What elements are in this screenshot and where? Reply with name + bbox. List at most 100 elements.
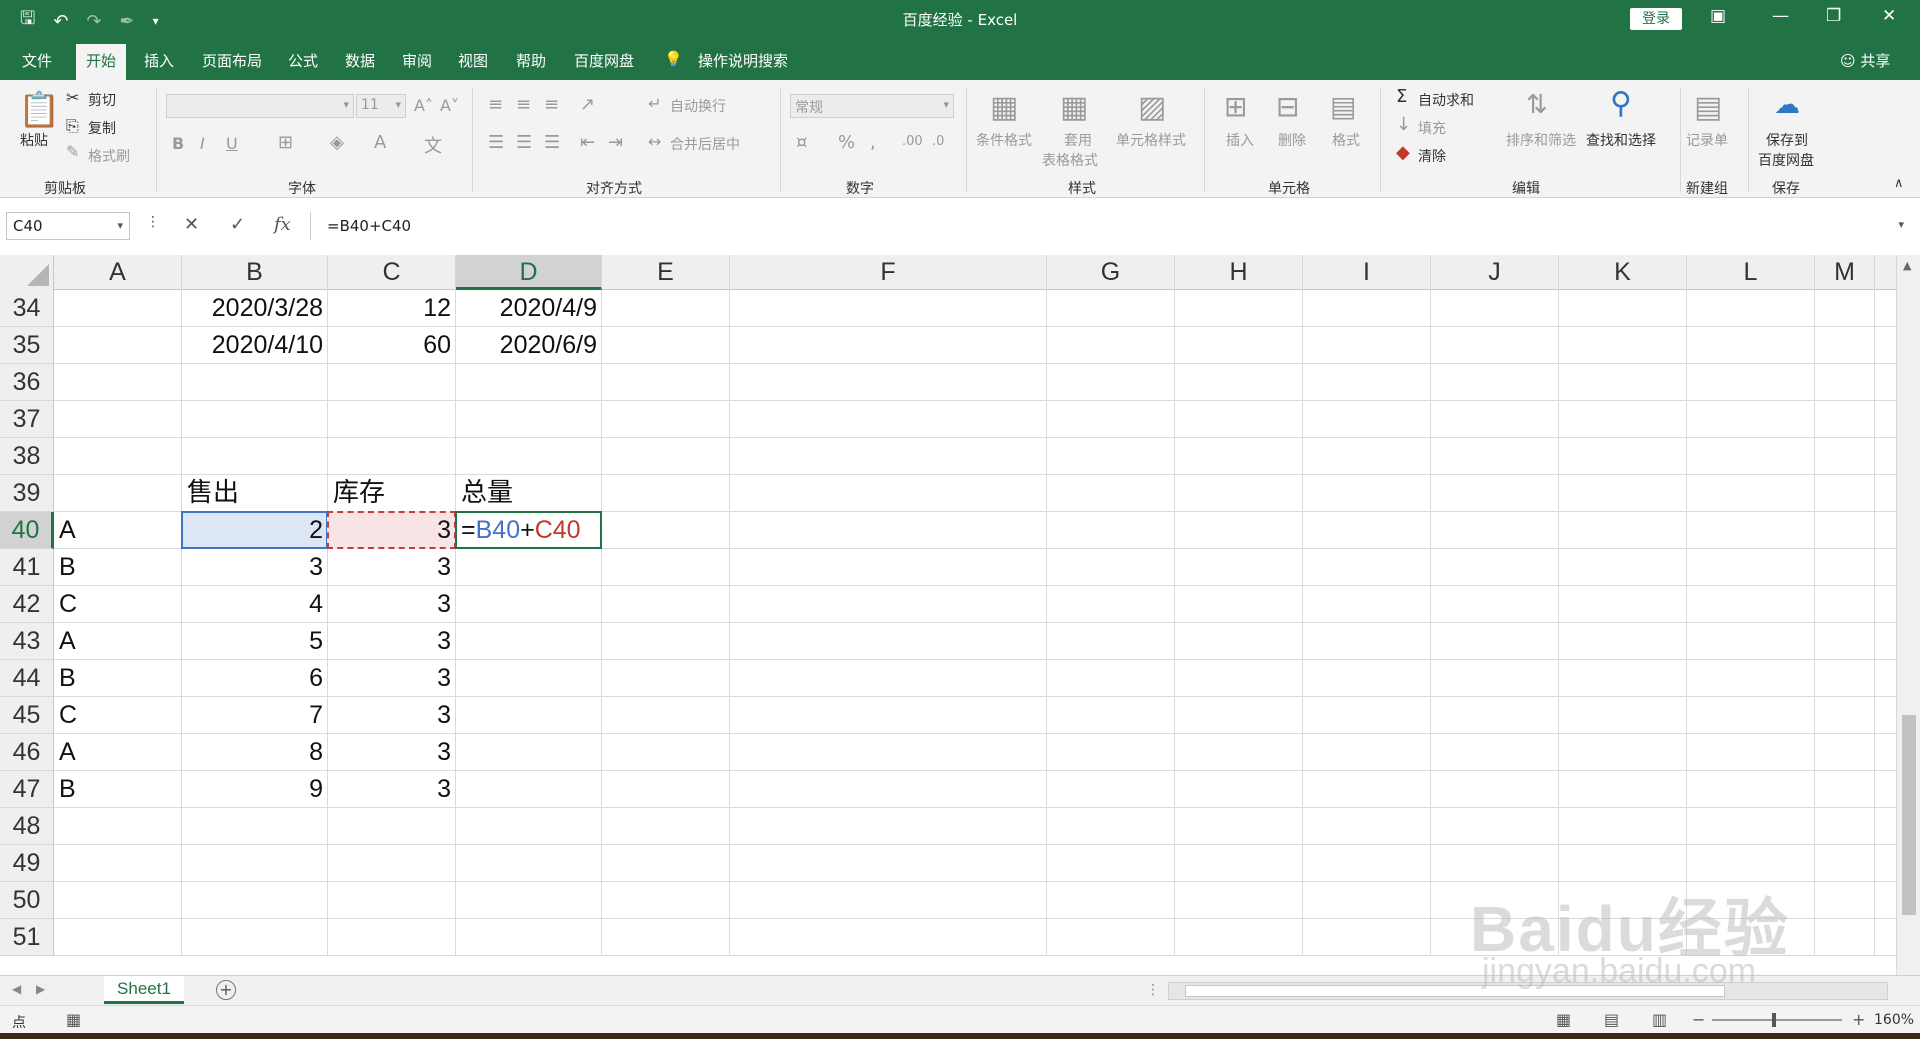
merge-icon[interactable]: ↔ (648, 132, 661, 151)
page-layout-view-icon[interactable]: ▤ (1604, 1010, 1619, 1029)
column-header-c[interactable]: C (328, 255, 456, 290)
bold-icon[interactable]: B (172, 134, 184, 153)
cell-a47[interactable]: B (54, 771, 182, 808)
formula-input[interactable]: =B40+C40 ▾ (310, 212, 1912, 240)
copy-icon[interactable]: ⎘ (66, 116, 79, 136)
font-name-combo[interactable]: ▾ (166, 94, 354, 118)
decrease-decimal-icon[interactable]: .0 (932, 134, 944, 149)
zoom-out-icon[interactable]: − (1692, 1010, 1705, 1029)
shrink-font-icon[interactable]: A˅ (440, 96, 459, 115)
underline-icon[interactable]: U (226, 134, 238, 153)
font-color-icon[interactable]: A (374, 132, 386, 153)
delete-cells-icon[interactable]: ⊟ (1276, 90, 1299, 123)
row-header-51[interactable]: 51 (0, 919, 54, 956)
wrap-text-icon[interactable]: ↵ (648, 94, 661, 113)
row-header-38[interactable]: 38 (0, 438, 54, 475)
sigma-icon[interactable]: Σ (1396, 86, 1407, 107)
expand-formula-icon[interactable]: ▾ (1898, 218, 1904, 231)
cell-b40[interactable]: 2 (182, 512, 328, 549)
delete-cells-button[interactable]: 删除 (1278, 130, 1306, 150)
cell-b41[interactable]: 3 (182, 549, 328, 586)
row-header-46[interactable]: 46 (0, 734, 54, 771)
tab-home[interactable]: 开始 (76, 44, 127, 81)
cell-c43[interactable]: 3 (328, 623, 456, 660)
cell-a43[interactable]: A (54, 623, 182, 660)
row-header-45[interactable]: 45 (0, 697, 54, 734)
record-button[interactable]: 记录单 (1686, 130, 1728, 150)
cell-d39[interactable]: 总量 (456, 475, 602, 512)
column-header-d[interactable]: D (456, 255, 602, 290)
format-painter-button[interactable]: 格式刷 (88, 146, 130, 166)
tab-help[interactable]: 帮助 (516, 50, 546, 71)
share-button[interactable]: ☺ 共享 (1840, 50, 1890, 71)
zoom-slider[interactable] (1712, 1013, 1842, 1027)
column-header-j[interactable]: J (1431, 255, 1559, 290)
cell-b47[interactable]: 9 (182, 771, 328, 808)
cell-a42[interactable]: C (54, 586, 182, 623)
cell-c34[interactable]: 12 (328, 290, 456, 327)
insert-function-icon[interactable]: fx (274, 214, 291, 235)
align-left-icon[interactable]: ☰ (488, 132, 504, 153)
tab-formulas[interactable]: 公式 (288, 50, 318, 71)
row-header-50[interactable]: 50 (0, 882, 54, 919)
column-header-h[interactable]: H (1175, 255, 1303, 290)
row-header-40[interactable]: 40 (0, 512, 54, 549)
cut-button[interactable]: 剪切 (88, 90, 116, 110)
table-format-icon[interactable]: ▦ (1060, 90, 1088, 125)
form-icon[interactable]: ▤ (1694, 90, 1722, 125)
column-header-k[interactable]: K (1559, 255, 1687, 290)
add-sheet-button[interactable]: + (216, 980, 236, 1000)
cell-b34[interactable]: 2020/3/28 (182, 290, 328, 327)
row-header-44[interactable]: 44 (0, 660, 54, 697)
tab-baidu-netdisk[interactable]: 百度网盘 (574, 50, 634, 71)
tell-me-search[interactable]: 操作说明搜索 (698, 50, 788, 71)
fill-color-icon[interactable]: ◈ (330, 132, 344, 153)
row-header-39[interactable]: 39 (0, 475, 54, 512)
zoom-in-icon[interactable]: + (1852, 1010, 1865, 1029)
collapse-ribbon-icon[interactable]: ∧ (1894, 176, 1904, 191)
column-header-g[interactable]: G (1047, 255, 1175, 290)
format-cells-icon[interactable]: ▤ (1330, 90, 1356, 123)
cell-a41[interactable]: B (54, 549, 182, 586)
cell-c42[interactable]: 3 (328, 586, 456, 623)
scissors-icon[interactable]: ✂ (66, 88, 79, 107)
column-header-e[interactable]: E (602, 255, 730, 290)
row-header-43[interactable]: 43 (0, 623, 54, 660)
page-break-view-icon[interactable]: ▥ (1652, 1010, 1667, 1029)
cancel-icon[interactable]: ✕ (184, 214, 199, 235)
increase-indent-icon[interactable]: ⇥ (608, 132, 623, 153)
cell-c35[interactable]: 60 (328, 327, 456, 364)
sheet-tab-sheet1[interactable]: Sheet1 (104, 976, 184, 1004)
cell-d34[interactable]: 2020/4/9 (456, 290, 602, 327)
phonetic-icon[interactable]: 文 (424, 132, 442, 158)
column-header-b[interactable]: B (182, 255, 328, 290)
minimize-icon[interactable]: — (1772, 6, 1789, 26)
save-to-netdisk-button[interactable]: 保存到 (1766, 130, 1808, 150)
tab-data[interactable]: 数据 (345, 50, 375, 71)
tab-review[interactable]: 审阅 (402, 50, 432, 71)
format-cells-button[interactable]: 格式 (1332, 130, 1360, 150)
cell-a45[interactable]: C (54, 697, 182, 734)
login-button[interactable]: 登录 (1630, 8, 1682, 30)
font-size-combo[interactable]: 11 ▾ (356, 94, 406, 118)
name-box[interactable]: C40 ▾ (6, 212, 130, 240)
cell-c44[interactable]: 3 (328, 660, 456, 697)
cell-a46[interactable]: A (54, 734, 182, 771)
brush-icon[interactable]: ✎ (66, 142, 79, 161)
eraser-icon[interactable]: ◆ (1396, 142, 1410, 163)
enter-icon[interactable]: ✓ (230, 214, 245, 235)
wrap-text-button[interactable]: 自动换行 (670, 96, 726, 116)
tab-view[interactable]: 视图 (458, 50, 488, 71)
clear-button[interactable]: 清除 (1418, 146, 1446, 166)
cell-c40[interactable]: 3 (328, 512, 456, 549)
cell-styles-button[interactable]: 单元格样式 (1116, 130, 1186, 150)
scroll-up-icon[interactable]: ▲ (1903, 259, 1911, 272)
row-header-41[interactable]: 41 (0, 549, 54, 586)
autosum-button[interactable]: 自动求和 (1418, 90, 1474, 110)
cell-b42[interactable]: 4 (182, 586, 328, 623)
align-middle-icon[interactable]: ≡ (516, 94, 531, 115)
percent-icon[interactable]: % (838, 132, 855, 153)
row-header-37[interactable]: 37 (0, 401, 54, 438)
vertical-scrollbar[interactable]: ▲ (1896, 255, 1920, 975)
align-right-icon[interactable]: ☰ (544, 132, 560, 153)
